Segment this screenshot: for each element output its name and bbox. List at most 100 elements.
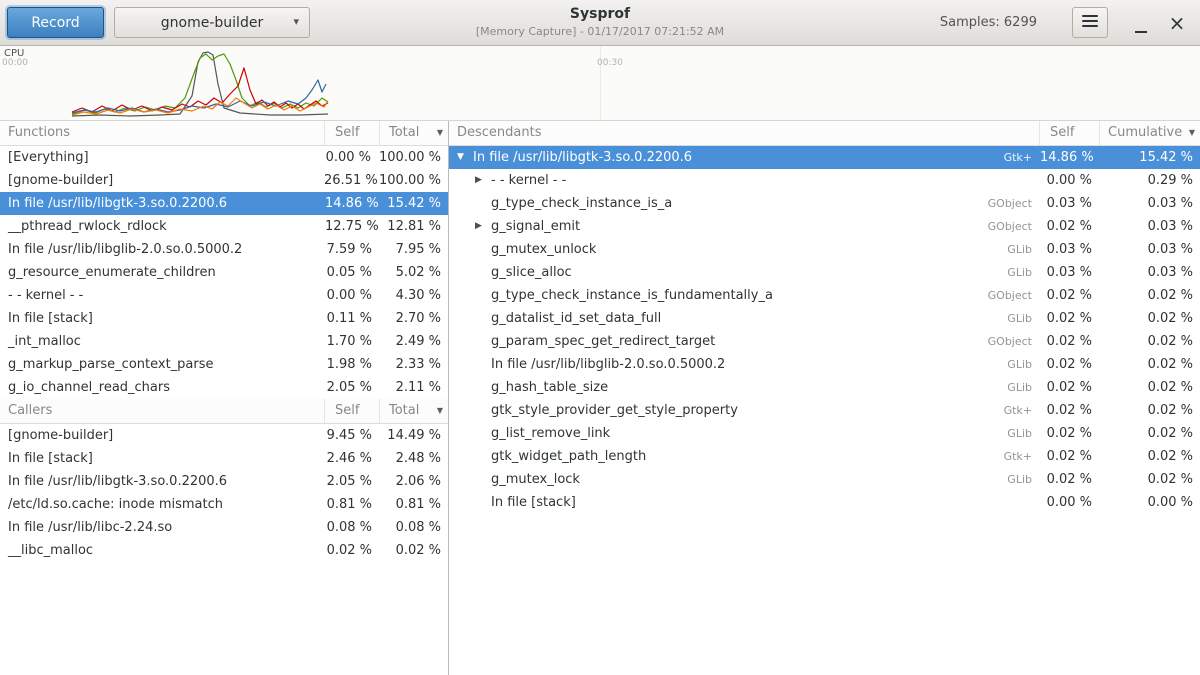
table-row[interactable]: In file /usr/lib/libglib-2.0.so.0.5000.2… bbox=[0, 238, 448, 261]
expander-icon[interactable]: ▶ bbox=[475, 215, 491, 238]
self-value: 0.03 % bbox=[1040, 238, 1100, 261]
column-header-total[interactable]: Total ▼ bbox=[380, 121, 448, 145]
descendant-name-cell: g_hash_table_sizeGLib bbox=[449, 376, 1040, 399]
close-icon: × bbox=[1169, 11, 1186, 35]
table-row[interactable]: g_type_check_instance_is_aGObject0.03 %0… bbox=[449, 192, 1200, 215]
table-row[interactable]: /etc/ld.so.cache: inode mismatch0.81 %0.… bbox=[0, 493, 448, 516]
library-badge: GLib bbox=[1007, 376, 1040, 399]
table-row[interactable]: gtk_widget_path_lengthGtk+0.02 %0.02 % bbox=[449, 445, 1200, 468]
table-row[interactable]: __pthread_rwlock_rdlock12.75 %12.81 % bbox=[0, 215, 448, 238]
cumulative-value: 0.02 % bbox=[1100, 284, 1200, 307]
cumulative-value: 0.02 % bbox=[1100, 353, 1200, 376]
table-row[interactable]: g_mutex_lockGLib0.02 %0.02 % bbox=[449, 468, 1200, 491]
table-row[interactable]: In file /usr/lib/libgtk-3.so.0.2200.62.0… bbox=[0, 470, 448, 493]
self-value: 0.03 % bbox=[1040, 192, 1100, 215]
descendant-name: g_type_check_instance_is_fundamentally_a bbox=[491, 284, 773, 307]
cpu-graph[interactable]: CPU 00:00 00:30 bbox=[0, 46, 1200, 121]
table-row[interactable]: g_list_remove_linkGLib0.02 %0.02 % bbox=[449, 422, 1200, 445]
table-row[interactable]: g_markup_parse_context_parse1.98 %2.33 % bbox=[0, 353, 448, 376]
table-row[interactable]: g_param_spec_get_redirect_targetGObject0… bbox=[449, 330, 1200, 353]
table-row[interactable]: g_resource_enumerate_children0.05 %5.02 … bbox=[0, 261, 448, 284]
table-row[interactable]: _int_malloc1.70 %2.49 % bbox=[0, 330, 448, 353]
self-value: 0.02 % bbox=[1040, 399, 1100, 422]
table-row[interactable]: g_type_check_instance_is_fundamentally_a… bbox=[449, 284, 1200, 307]
table-row[interactable]: g_mutex_unlockGLib0.03 %0.03 % bbox=[449, 238, 1200, 261]
self-value: 0.00 % bbox=[324, 146, 379, 169]
function-name: _int_malloc bbox=[0, 330, 325, 353]
descendant-name-cell: g_type_check_instance_is_fundamentally_a… bbox=[449, 284, 1040, 307]
table-row[interactable]: g_slice_allocGLib0.03 %0.03 % bbox=[449, 261, 1200, 284]
table-row[interactable]: - - kernel - -0.00 %4.30 % bbox=[0, 284, 448, 307]
library-badge: Gtk+ bbox=[1004, 146, 1040, 169]
table-row[interactable]: __libc_malloc0.02 %0.02 % bbox=[0, 539, 448, 562]
total-value: 2.06 % bbox=[380, 470, 448, 493]
descendant-name-cell: In file /usr/lib/libglib-2.0.so.0.5000.2… bbox=[449, 353, 1040, 376]
table-row[interactable]: ▼In file /usr/lib/libgtk-3.so.0.2200.6Gt… bbox=[449, 146, 1200, 169]
table-row[interactable]: In file /usr/lib/libc-2.24.so0.08 %0.08 … bbox=[0, 516, 448, 539]
minimize-button[interactable] bbox=[1126, 8, 1156, 38]
function-name: - - kernel - - bbox=[0, 284, 325, 307]
table-row[interactable]: In file [stack]2.46 %2.48 % bbox=[0, 447, 448, 470]
table-row[interactable]: gtk_style_provider_get_style_propertyGtk… bbox=[449, 399, 1200, 422]
close-button[interactable]: × bbox=[1162, 8, 1192, 38]
column-header-functions[interactable]: Functions bbox=[0, 121, 325, 145]
timeline-tick-mid: 00:30 bbox=[597, 58, 623, 68]
table-row[interactable]: [gnome-builder]9.45 %14.49 % bbox=[0, 424, 448, 447]
table-row[interactable]: In file [stack]0.00 %0.00 % bbox=[449, 491, 1200, 514]
library-badge: GLib bbox=[1007, 307, 1040, 330]
column-header-self[interactable]: Self bbox=[1040, 121, 1100, 145]
column-header-descendants[interactable]: Descendants bbox=[449, 121, 1040, 145]
descendant-name-cell: ▼In file /usr/lib/libgtk-3.so.0.2200.6Gt… bbox=[449, 146, 1040, 169]
self-value: 7.59 % bbox=[325, 238, 380, 261]
table-row[interactable]: g_hash_table_sizeGLib0.02 %0.02 % bbox=[449, 376, 1200, 399]
descendant-name: g_param_spec_get_redirect_target bbox=[491, 330, 715, 353]
table-row[interactable]: [gnome-builder]26.51 %100.00 % bbox=[0, 169, 448, 192]
expander-icon[interactable]: ▼ bbox=[457, 146, 473, 169]
function-name: [gnome-builder] bbox=[0, 169, 324, 192]
descendant-name: g_list_remove_link bbox=[491, 422, 610, 445]
column-header-self[interactable]: Self bbox=[325, 121, 380, 145]
descendant-name: g_mutex_unlock bbox=[491, 238, 596, 261]
self-value: 0.11 % bbox=[325, 307, 380, 330]
self-value: 0.02 % bbox=[1040, 353, 1100, 376]
descendant-name-cell: g_list_remove_linkGLib bbox=[449, 422, 1040, 445]
table-row[interactable]: In file /usr/lib/libgtk-3.so.0.2200.614.… bbox=[0, 192, 448, 215]
cumulative-value: 0.03 % bbox=[1100, 192, 1200, 215]
cumulative-value: 0.03 % bbox=[1100, 261, 1200, 284]
total-value: 2.11 % bbox=[380, 376, 448, 399]
cumulative-value: 0.02 % bbox=[1100, 399, 1200, 422]
descendant-name-cell: gtk_widget_path_lengthGtk+ bbox=[449, 445, 1040, 468]
column-header-cumulative[interactable]: Cumulative ▼ bbox=[1100, 121, 1200, 145]
column-header-self[interactable]: Self bbox=[325, 399, 380, 423]
self-value: 0.02 % bbox=[1040, 215, 1100, 238]
table-row[interactable]: ▶- - kernel - -0.00 %0.29 % bbox=[449, 169, 1200, 192]
cumulative-value: 0.02 % bbox=[1100, 445, 1200, 468]
record-button[interactable]: Record bbox=[7, 7, 104, 38]
table-row[interactable]: g_datalist_id_set_data_fullGLib0.02 %0.0… bbox=[449, 307, 1200, 330]
function-name: g_io_channel_read_chars bbox=[0, 376, 325, 399]
library-badge: GLib bbox=[1007, 238, 1040, 261]
self-value: 0.05 % bbox=[325, 261, 380, 284]
library-badge: GObject bbox=[988, 330, 1040, 353]
library-badge: Gtk+ bbox=[1004, 399, 1040, 422]
table-row[interactable]: [Everything]0.00 %100.00 % bbox=[0, 146, 448, 169]
descendant-name: - - kernel - - bbox=[491, 169, 566, 192]
menu-button[interactable] bbox=[1072, 7, 1108, 38]
expander-icon[interactable]: ▶ bbox=[475, 169, 491, 192]
total-value: 2.49 % bbox=[380, 330, 448, 353]
samples-count: Samples: 6299 bbox=[940, 0, 1037, 46]
table-row[interactable]: ▶g_signal_emitGObject0.02 %0.03 % bbox=[449, 215, 1200, 238]
column-header-callers[interactable]: Callers bbox=[0, 399, 325, 423]
column-header-cumulative-label: Cumulative bbox=[1108, 125, 1182, 140]
descendant-name-cell: ▶g_signal_emitGObject bbox=[449, 215, 1040, 238]
table-row[interactable]: In file /usr/lib/libglib-2.0.so.0.5000.2… bbox=[449, 353, 1200, 376]
descendant-name-cell: g_datalist_id_set_data_fullGLib bbox=[449, 307, 1040, 330]
process-selector-label: gnome-builder bbox=[161, 15, 263, 31]
column-header-total[interactable]: Total ▼ bbox=[380, 399, 448, 423]
table-row[interactable]: In file [stack]0.11 %2.70 % bbox=[0, 307, 448, 330]
table-row[interactable]: g_io_channel_read_chars2.05 %2.11 % bbox=[0, 376, 448, 399]
left-pane: Functions Self Total ▼ [Everything]0.00 … bbox=[0, 121, 449, 675]
hamburger-icon bbox=[1082, 12, 1098, 30]
process-selector[interactable]: gnome-builder ▾ bbox=[114, 7, 310, 38]
total-value: 2.70 % bbox=[380, 307, 448, 330]
